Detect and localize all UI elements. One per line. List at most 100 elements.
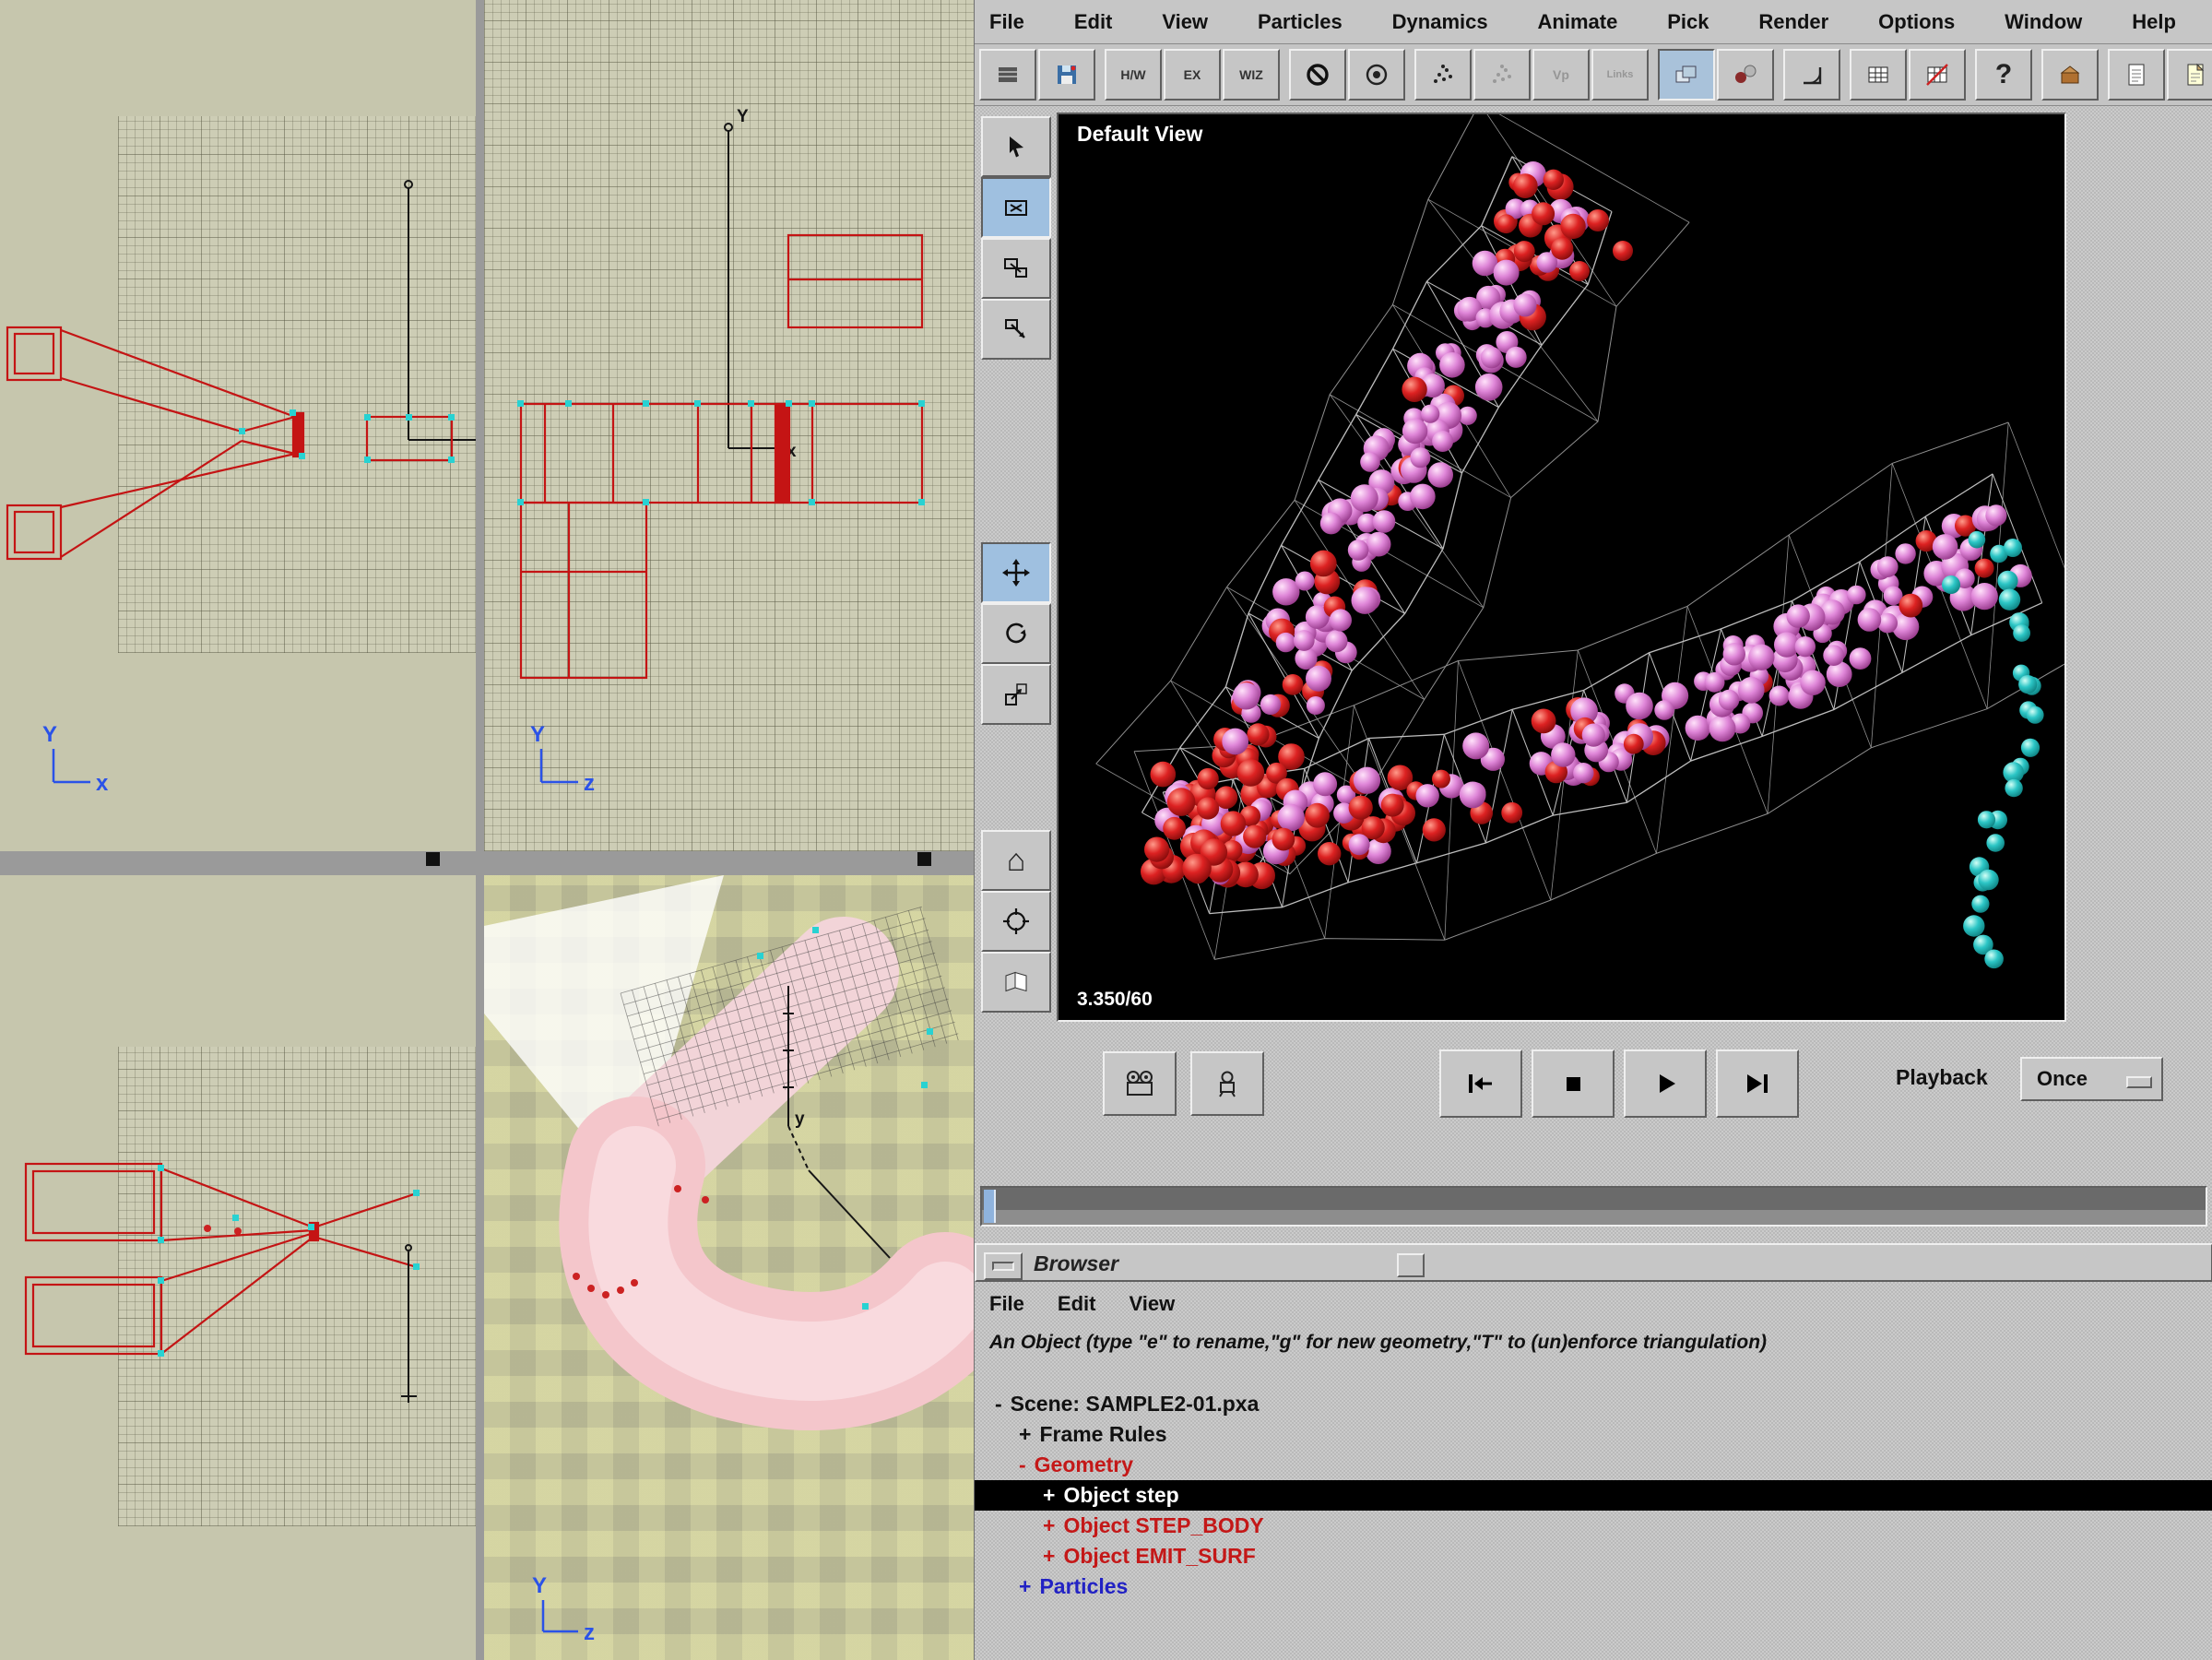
ex-icon: EX [1184, 67, 1201, 82]
package-button[interactable] [2041, 49, 2099, 101]
tree-row-object-step-body[interactable]: +Object STEP_BODY [975, 1511, 2212, 1541]
home-view-button[interactable]: ⌂ [981, 830, 1051, 891]
menu-edit[interactable]: Edit [1074, 10, 1113, 34]
axis-label-x: x [96, 771, 109, 796]
angle-button[interactable] [1783, 49, 1840, 101]
menu-dynamics[interactable]: Dynamics [1392, 10, 1488, 34]
browser-window: Browser File Edit View An Object (type "… [975, 1243, 2212, 1660]
movie-camera-icon [1124, 1070, 1155, 1097]
viewport-bottom-left[interactable] [0, 875, 476, 1660]
select-tool-button[interactable] [981, 116, 1051, 177]
target-button[interactable] [1348, 49, 1405, 101]
links-button[interactable]: Links [1591, 49, 1649, 101]
view-pan-tool-button[interactable] [981, 177, 1051, 238]
tree-toggle-icon[interactable]: - [995, 1392, 1002, 1417]
tree-row-frame-rules[interactable]: + Frame Rules [975, 1419, 2212, 1450]
timeline-cursor[interactable] [984, 1190, 996, 1223]
notes-button[interactable] [2167, 49, 2212, 101]
no-entry-button[interactable] [1289, 49, 1346, 101]
sash-handle[interactable] [426, 852, 440, 866]
document-button[interactable] [2108, 49, 2165, 101]
tree-toggle-icon[interactable]: + [1019, 1422, 1031, 1447]
viewport-bottom-right[interactable]: y Y z [484, 875, 974, 1660]
help-button[interactable]: ? [1975, 49, 2032, 101]
tree-row-object-step[interactable]: +Object step [975, 1480, 2212, 1511]
viewport-splitter-vertical[interactable] [476, 0, 484, 1660]
menu-options[interactable]: Options [1878, 10, 1955, 34]
view-tool-column: ⌂ [975, 106, 1057, 1074]
titlebar-gadget[interactable] [1397, 1253, 1425, 1277]
record-movie-button[interactable] [1103, 1051, 1177, 1116]
ex-button[interactable]: EX [1164, 49, 1221, 101]
tree-toggle-icon[interactable]: + [1019, 1574, 1031, 1599]
tree-toggle-icon[interactable]: + [1043, 1483, 1055, 1508]
browser-menu-view[interactable]: View [1129, 1292, 1175, 1316]
tree-label: Particles [1039, 1574, 1128, 1599]
particles-button[interactable] [1414, 49, 1472, 101]
tree-row-particles[interactable]: + Particles [975, 1571, 2212, 1602]
menu-view[interactable]: View [1162, 10, 1208, 34]
viewport-top-left[interactable]: Y x [0, 0, 476, 851]
cyan-handles [517, 400, 925, 505]
vp-button[interactable]: Vp [1532, 49, 1590, 101]
scale-tool-button[interactable] [981, 664, 1051, 725]
viewport-top-right[interactable]: Y x [484, 0, 974, 851]
browser-toggle-button[interactable] [1658, 49, 1715, 101]
red-wireframe [26, 1164, 417, 1354]
menu-particles[interactable]: Particles [1258, 10, 1343, 34]
save-button[interactable] [1038, 49, 1095, 101]
tree-toggle-icon[interactable]: - [1019, 1452, 1026, 1477]
materials-icon [1733, 63, 1758, 87]
hw-render-button[interactable]: H/W [1105, 49, 1162, 101]
playback-mode-dropdown[interactable]: Once [2020, 1057, 2163, 1101]
timeline-scrollbar[interactable] [980, 1186, 2207, 1227]
tree-row-scene[interactable]: -Scene: SAMPLE2-01.pxa [975, 1389, 2212, 1419]
particles-off-button[interactable] [1473, 49, 1531, 101]
menu-animate[interactable]: Animate [1538, 10, 1618, 34]
menu-pick[interactable]: Pick [1667, 10, 1709, 34]
frame-counter: 3.350/60 [1077, 989, 1153, 1011]
sheet-cut-button[interactable] [1909, 49, 1966, 101]
tree-toggle-icon[interactable]: + [1043, 1544, 1055, 1569]
notes-icon [2184, 63, 2206, 87]
package-icon [2058, 63, 2082, 87]
project-button[interactable] [979, 49, 1036, 101]
stop-button[interactable] [1532, 1049, 1615, 1118]
wiz-button[interactable]: WIZ [1223, 49, 1280, 101]
menu-window[interactable]: Window [2005, 10, 2082, 34]
menu-file[interactable]: File [989, 10, 1024, 34]
view-dolly-tool-button[interactable] [981, 299, 1051, 360]
axis-gnomon: Y z [530, 722, 595, 796]
tree-row-object-emit-surf[interactable]: +Object EMIT_SURF [975, 1541, 2212, 1571]
browser-menu-file[interactable]: File [989, 1292, 1024, 1316]
go-to-start-button[interactable] [1439, 1049, 1522, 1118]
browser-menu-edit[interactable]: Edit [1058, 1292, 1096, 1316]
browser-titlebar[interactable]: Browser [975, 1243, 2212, 1282]
transport-controls [1439, 1049, 1799, 1118]
snapshot-camera-icon [1213, 1070, 1241, 1097]
axis-label-small-y: y [795, 1109, 805, 1129]
perspective-viewport[interactable]: Default View 3.350/60 [1057, 113, 2066, 1022]
menu-render[interactable]: Render [1758, 10, 1828, 34]
window-menu-button[interactable] [984, 1252, 1023, 1280]
translate-tool-button[interactable] [981, 542, 1051, 603]
frame-view-button[interactable] [981, 891, 1051, 952]
view-zoom-tool-button[interactable] [981, 238, 1051, 299]
tree-label: Frame Rules [1039, 1422, 1166, 1447]
sheet-button[interactable] [1850, 49, 1907, 101]
axis-label-y: Y [532, 1573, 547, 1598]
page-flip-button[interactable] [981, 952, 1051, 1013]
rotate-tool-button[interactable] [981, 603, 1051, 664]
tree-row-geometry[interactable]: -Geometry [975, 1450, 2212, 1480]
pointer-icon [1003, 134, 1029, 160]
record-frame-button[interactable] [1190, 1051, 1264, 1116]
play-button[interactable] [1624, 1049, 1707, 1118]
menu-help[interactable]: Help [2132, 10, 2176, 34]
tree-toggle-icon[interactable]: + [1043, 1513, 1055, 1538]
go-to-end-button[interactable] [1716, 1049, 1799, 1118]
viewport-splitter-horizontal[interactable] [0, 851, 974, 875]
materials-button[interactable] [1717, 49, 1774, 101]
sash-handle[interactable] [917, 852, 931, 866]
scale-icon [1002, 681, 1030, 708]
home-icon: ⌂ [1007, 845, 1026, 876]
